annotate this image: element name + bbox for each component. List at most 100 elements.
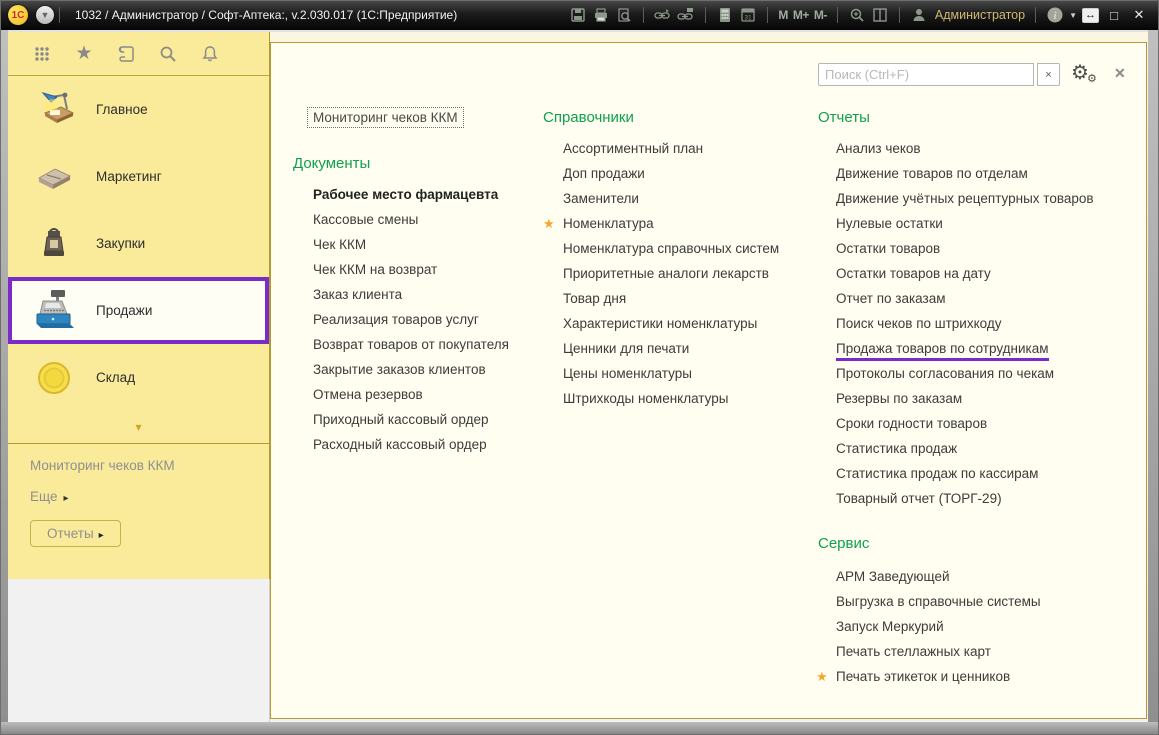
menu-item[interactable]: Запуск Меркурий [836,614,1041,639]
calendar-icon[interactable]: 31 [739,6,757,24]
split-window-icon[interactable] [871,6,889,24]
search-icon[interactable] [158,44,178,64]
menu-item-label: Чек ККМ [313,237,366,252]
menu-item[interactable]: Резервы по заказам [836,386,1094,411]
menu-item[interactable]: ★Печать этикеток и ценников [836,664,1041,689]
menu-item-label: Характеристики номенклатуры [563,316,757,331]
menu-item-label: Реализация товаров услуг [313,312,479,327]
menu-item[interactable]: Выгрузка в справочные системы [836,589,1041,614]
sidebar-item-coin[interactable]: Склад [8,344,269,411]
menu-item[interactable]: ★Номенклатура [563,211,779,236]
zoom-icon[interactable] [848,6,866,24]
menu-item[interactable]: Отчет по заказам [836,286,1094,311]
reports-menu-button[interactable]: Отчеты▸ [30,520,121,547]
menu-item[interactable]: Протоколы согласования по чекам [836,361,1094,386]
menu-item[interactable]: Заказ клиента [313,282,509,307]
menu-item-label: Приходный кассовый ордер [313,412,489,427]
app-logo-1c-icon: 1С [8,5,28,25]
menu-item[interactable]: Приоритетные аналоги лекарств [563,261,779,286]
empty-panel [8,579,270,724]
client-area: ★ ГлавноеМаркетингЗакупкиПродажиСклад ▾ … [8,30,1148,722]
sidebar-link-label: Еще [30,489,57,504]
sidebar-link-monitoring[interactable]: Мониторинг чеков ККМ [30,458,269,473]
menu-item[interactable]: Нулевые остатки [836,211,1094,236]
menu-item[interactable]: Анализ чеков [836,136,1094,161]
menu-item[interactable]: Цены номенклатуры [563,361,779,386]
menu-item[interactable]: Остатки товаров [836,236,1094,261]
menu-item-label: Ценники для печати [563,341,689,356]
menu-item[interactable]: Статистика продаж по кассирам [836,461,1094,486]
menu-item[interactable]: Чек ККМ [313,232,509,257]
search-clear-button[interactable]: × [1037,63,1060,86]
history-icon[interactable] [116,44,136,64]
menu-item[interactable]: Отмена резервов [313,382,509,407]
svg-text:31: 31 [745,15,753,22]
menu-item[interactable]: Характеристики номенклатуры [563,311,779,336]
info-icon[interactable]: i [1046,6,1064,24]
go-to-link-icon[interactable] [677,6,695,24]
favorites-star-icon[interactable]: ★ [74,44,94,64]
sidebar-item-label: Склад [96,370,135,385]
copy-link-icon[interactable] [654,6,672,24]
menu-item[interactable]: Номенклатура справочных систем [563,236,779,261]
menu-item[interactable]: Доп продажи [563,161,779,186]
menu-item[interactable]: Штрихкоды номенклатуры [563,386,779,411]
menu-item-label: Закрытие заказов клиентов [313,362,486,377]
print-icon[interactable] [592,6,610,24]
sidebar-item-cash-register[interactable]: Продажи [8,277,269,344]
sidebar-item-desk-lamp[interactable]: Главное [8,76,269,143]
menu-item-label: Движение товаров по отделам [836,166,1028,181]
menu-item[interactable]: Товар дня [563,286,779,311]
menu-item[interactable]: Остатки товаров на дату [836,261,1094,286]
menu-item[interactable]: Товарный отчет (ТОРГ-29) [836,486,1094,511]
menu-item[interactable]: АРМ Заведующей [836,564,1041,589]
menu-item[interactable]: Статистика продаж [836,436,1094,461]
sidebar-link-more[interactable]: Еще ▸ [30,489,269,504]
arrow-right-icon: ▸ [63,493,68,504]
menu-grid-icon[interactable] [32,44,52,64]
save-icon[interactable] [569,6,587,24]
sidebar-footer: Мониторинг чеков ККМ Еще ▸ Отчеты▸ [8,444,269,547]
print-preview-icon[interactable] [615,6,633,24]
quick-link-monitoring[interactable]: Мониторинг чеков ККМ [307,107,464,128]
separator [59,7,60,23]
menu-item[interactable]: Закрытие заказов клиентов [313,357,509,382]
menu-item-label: Статистика продаж по кассирам [836,466,1038,481]
close-button[interactable]: ✕ [1129,7,1149,23]
memory-m-button[interactable]: M [778,8,788,22]
menu-item[interactable]: Ценники для печати [563,336,779,361]
menu-item-label: Запуск Меркурий [836,619,944,634]
section-title-service: Сервис [818,535,869,552]
menu-item[interactable]: Рабочее место фармацевта [313,182,509,207]
gear-icon[interactable]: ⚙⚙ [1071,61,1101,87]
memory-m-plus-button[interactable]: M+ [793,8,809,22]
chevron-down-icon[interactable]: ▼ [1069,11,1077,20]
menu-item[interactable]: Движение учётных рецептурных товаров [836,186,1094,211]
menu-item[interactable]: Сроки годности товаров [836,411,1094,436]
menu-item[interactable]: Заменители [563,186,779,211]
menu-item[interactable]: Движение товаров по отделам [836,161,1094,186]
menu-item[interactable]: Расходный кассовый ордер [313,432,509,457]
menu-item[interactable]: Чек ККМ на возврат [313,257,509,282]
collapse-chevron-icon[interactable]: ▾ [8,411,269,443]
sidebar-item-marketing-box[interactable]: Маркетинг [8,143,269,210]
system-menu-button[interactable]: ▼ [36,6,54,24]
window-mode-button[interactable]: ↔ [1082,8,1099,23]
menu-item[interactable]: Приходный кассовый ордер [313,407,509,432]
menu-item[interactable]: Ассортиментный план [563,136,779,161]
sidebar-item-lantern[interactable]: Закупки [8,210,269,277]
menu-item[interactable]: Реализация товаров услуг [313,307,509,332]
memory-m-minus-button[interactable]: M- [814,8,827,22]
menu-item[interactable]: Поиск чеков по штрихкоду [836,311,1094,336]
notifications-bell-icon[interactable] [200,44,220,64]
search-input[interactable] [818,63,1034,86]
maximize-button[interactable]: □ [1104,8,1124,23]
menu-item[interactable]: Кассовые смены [313,207,509,232]
calculator-icon[interactable] [716,6,734,24]
menu-item[interactable]: Печать стеллажных карт [836,639,1041,664]
panel-close-icon[interactable]: ✕ [1114,65,1126,82]
current-user-label[interactable]: Администратор [935,8,1025,22]
menu-item[interactable]: Возврат товаров от покупателя [313,332,509,357]
menu-item-label: Ассортиментный план [563,141,703,156]
menu-item[interactable]: Продажа товаров по сотрудникам [836,336,1094,361]
